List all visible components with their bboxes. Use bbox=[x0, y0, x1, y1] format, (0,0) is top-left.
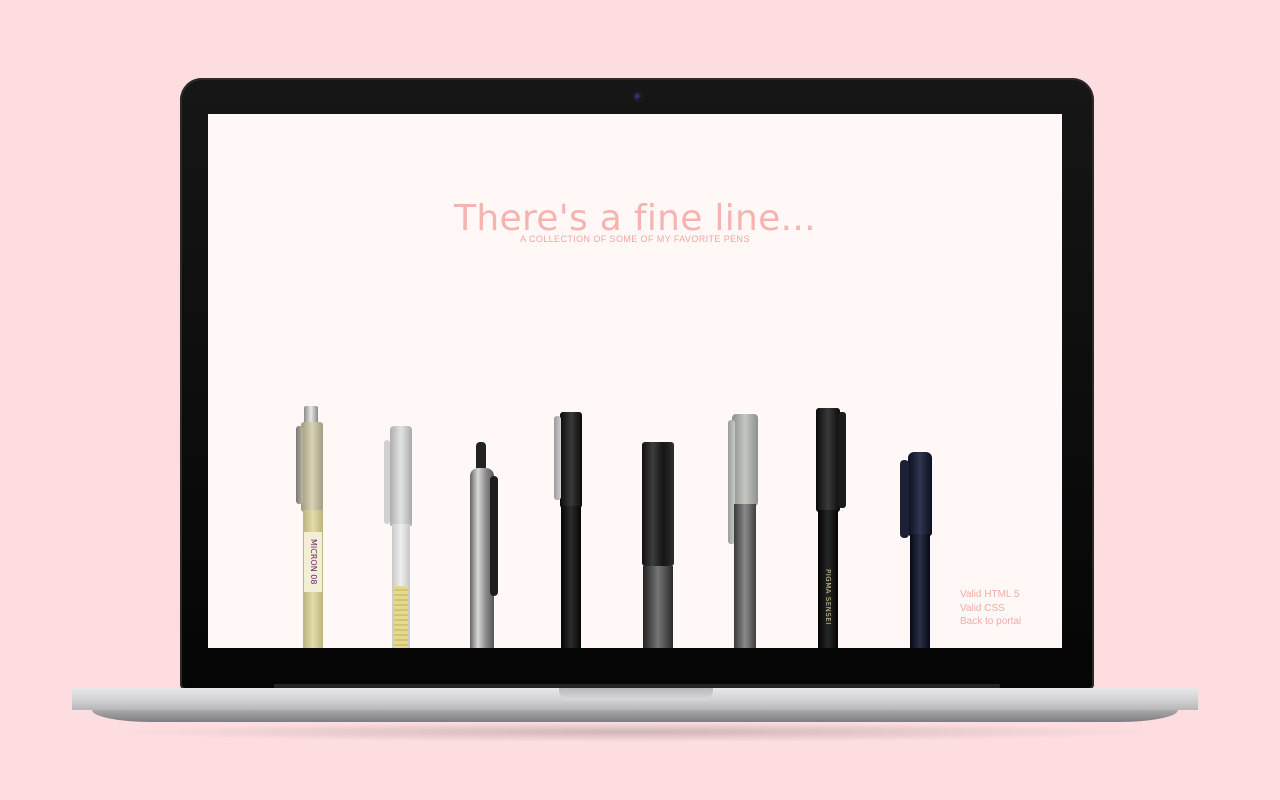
pen-label: MICRON 08 bbox=[304, 532, 322, 592]
pen-cap bbox=[908, 452, 932, 536]
laptop-screen: There's a fine line... A COLLECTION OF S… bbox=[208, 114, 1062, 648]
pen-black-clip[interactable] bbox=[552, 412, 588, 648]
pen-cap bbox=[642, 442, 674, 566]
pen-cap bbox=[301, 422, 323, 512]
pen-clip bbox=[296, 426, 303, 504]
page-subtitle: A COLLECTION OF SOME OF MY FAVORITE PENS bbox=[520, 234, 750, 244]
pen-navy-brush[interactable] bbox=[900, 452, 936, 648]
pen-body bbox=[561, 506, 581, 648]
pen-label: PIGMA SENSEI bbox=[824, 569, 832, 625]
pen-muji[interactable] bbox=[384, 426, 418, 648]
pen-cap bbox=[560, 412, 582, 508]
laptop-shadow bbox=[110, 722, 1160, 742]
pen-micron[interactable]: MICRON 08 bbox=[296, 406, 332, 648]
laptop-opening-notch bbox=[559, 688, 713, 700]
pen-body bbox=[734, 504, 756, 648]
pen-silver[interactable] bbox=[466, 442, 504, 648]
page-title: There's a fine line... bbox=[454, 198, 816, 240]
pen-hexagonal[interactable] bbox=[640, 442, 676, 648]
pen-clip bbox=[490, 476, 498, 596]
back-to-portal-link[interactable]: Back to portal bbox=[960, 615, 1021, 629]
mockup-stage: There's a fine line... A COLLECTION OF S… bbox=[0, 0, 1280, 800]
pen-grey-cap[interactable] bbox=[726, 414, 762, 648]
pen-clip bbox=[384, 440, 390, 524]
pen-pigma-sensei[interactable]: PIGMA SENSEI bbox=[812, 408, 848, 648]
pen-barcode bbox=[394, 586, 408, 648]
pen-clip bbox=[554, 416, 561, 500]
pen-cap bbox=[732, 414, 758, 506]
pen-cap bbox=[390, 426, 412, 526]
webcam-icon bbox=[634, 93, 642, 101]
footer-links: Valid HTML 5 Valid CSS Back to portal bbox=[960, 588, 1021, 629]
pen-body bbox=[643, 566, 673, 648]
pen-body bbox=[910, 534, 930, 648]
valid-css-link[interactable]: Valid CSS bbox=[960, 602, 1021, 616]
pen-clip bbox=[838, 412, 846, 508]
laptop-base-edge bbox=[92, 710, 1178, 722]
pen-cap bbox=[816, 408, 840, 512]
valid-html-link[interactable]: Valid HTML 5 bbox=[960, 588, 1021, 602]
pen-clip bbox=[900, 460, 909, 538]
